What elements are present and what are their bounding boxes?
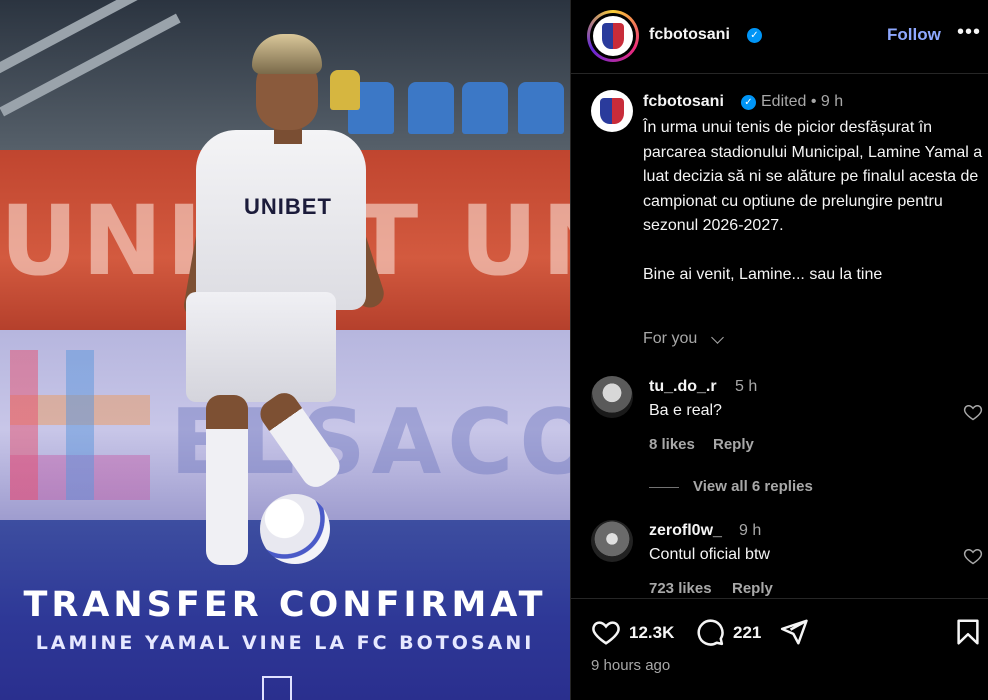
edited-label: Edited [761, 93, 807, 110]
comment-reply-button[interactable]: Reply [713, 436, 754, 453]
caption-paragraph: Bine ai venit, Lamine... sau la tine [643, 265, 883, 283]
post-time[interactable]: 9 h [821, 93, 843, 110]
comment-reply-button[interactable]: Reply [732, 580, 773, 597]
view-replies-button[interactable]: View all 6 replies [693, 478, 813, 495]
comment-count[interactable]: 221 [733, 623, 761, 643]
post-image[interactable]: UNIBET UNI ELSACO UNIBET TRANSFER CONFIR… [0, 0, 570, 700]
share-icon[interactable] [779, 617, 809, 647]
image-caption-subtitle: LAMINE YAMAL VINE LA FC BOTOSANI [35, 632, 535, 654]
caption-avatar[interactable] [591, 90, 633, 132]
player-shorts [186, 292, 336, 402]
comment-text: Contul oficial btw [649, 546, 770, 563]
player-leg [206, 395, 248, 565]
comment-icon[interactable] [695, 617, 725, 647]
comment-time: 5 h [735, 378, 758, 395]
verified-badge-icon: ✓ [747, 28, 762, 43]
comment-heart-icon[interactable] [963, 402, 983, 422]
chevron-down-icon[interactable] [711, 331, 724, 344]
stadium-seat [518, 82, 564, 134]
crest-shield [601, 23, 625, 49]
post-panel: fcbotosani ✓ Follow ••• fcbotosani ✓ Edi… [570, 0, 988, 700]
post-header: fcbotosani ✓ Follow ••• [571, 0, 988, 74]
comment-avatar[interactable] [591, 376, 633, 418]
shirt-sponsor: UNIBET [244, 194, 332, 219]
image-caption-title: TRANSFER CONFIRMAT [23, 585, 547, 625]
verified-badge-icon: ✓ [741, 95, 756, 110]
club-logo-icon [262, 676, 292, 700]
follow-button[interactable]: Follow [887, 25, 941, 45]
ad-board-graphic [10, 350, 150, 500]
post-actions: 12.3K 221 9 hours ago [571, 598, 988, 700]
player-leg [254, 387, 346, 493]
header-username[interactable]: fcbotosani [649, 26, 730, 44]
profile-avatar[interactable] [587, 10, 639, 62]
post-caption: În urma unui tenis de picior desfășurat … [643, 116, 983, 287]
comment-heart-icon[interactable] [963, 546, 983, 566]
comment-avatar[interactable] [591, 520, 633, 562]
player-hair [252, 34, 322, 74]
bookmark-icon[interactable] [953, 617, 983, 647]
player-shirt [196, 130, 366, 310]
dot-separator: • [810, 93, 821, 110]
for-you-dropdown[interactable]: For you [643, 330, 697, 348]
more-options-icon[interactable]: ••• [957, 21, 981, 44]
stadium-seat [462, 82, 508, 134]
caption-username[interactable]: fcbotosani [643, 93, 724, 111]
comment-likes[interactable]: 723 likes [649, 580, 712, 597]
comment-likes[interactable]: 8 likes [649, 436, 695, 453]
comment-text: Ba e real? [649, 402, 722, 419]
comment-time: 9 h [739, 522, 762, 539]
comment-username[interactable]: tu_.do_.r [649, 378, 717, 396]
heart-icon[interactable] [591, 617, 621, 647]
caption-paragraph: În urma unui tenis de picior desfășurat … [643, 119, 983, 234]
club-crest-icon [593, 16, 633, 56]
like-count[interactable]: 12.3K [629, 623, 674, 643]
comment-username[interactable]: zerofl0w_ [649, 522, 722, 540]
stand-railing [0, 13, 181, 117]
replies-divider [649, 487, 679, 488]
stadium-seat [408, 82, 454, 134]
post-time-ago[interactable]: 9 hours ago [591, 657, 670, 674]
football [260, 494, 330, 564]
crest-shield [600, 97, 624, 125]
edited-timestamp: Edited • 9 h [761, 93, 843, 111]
